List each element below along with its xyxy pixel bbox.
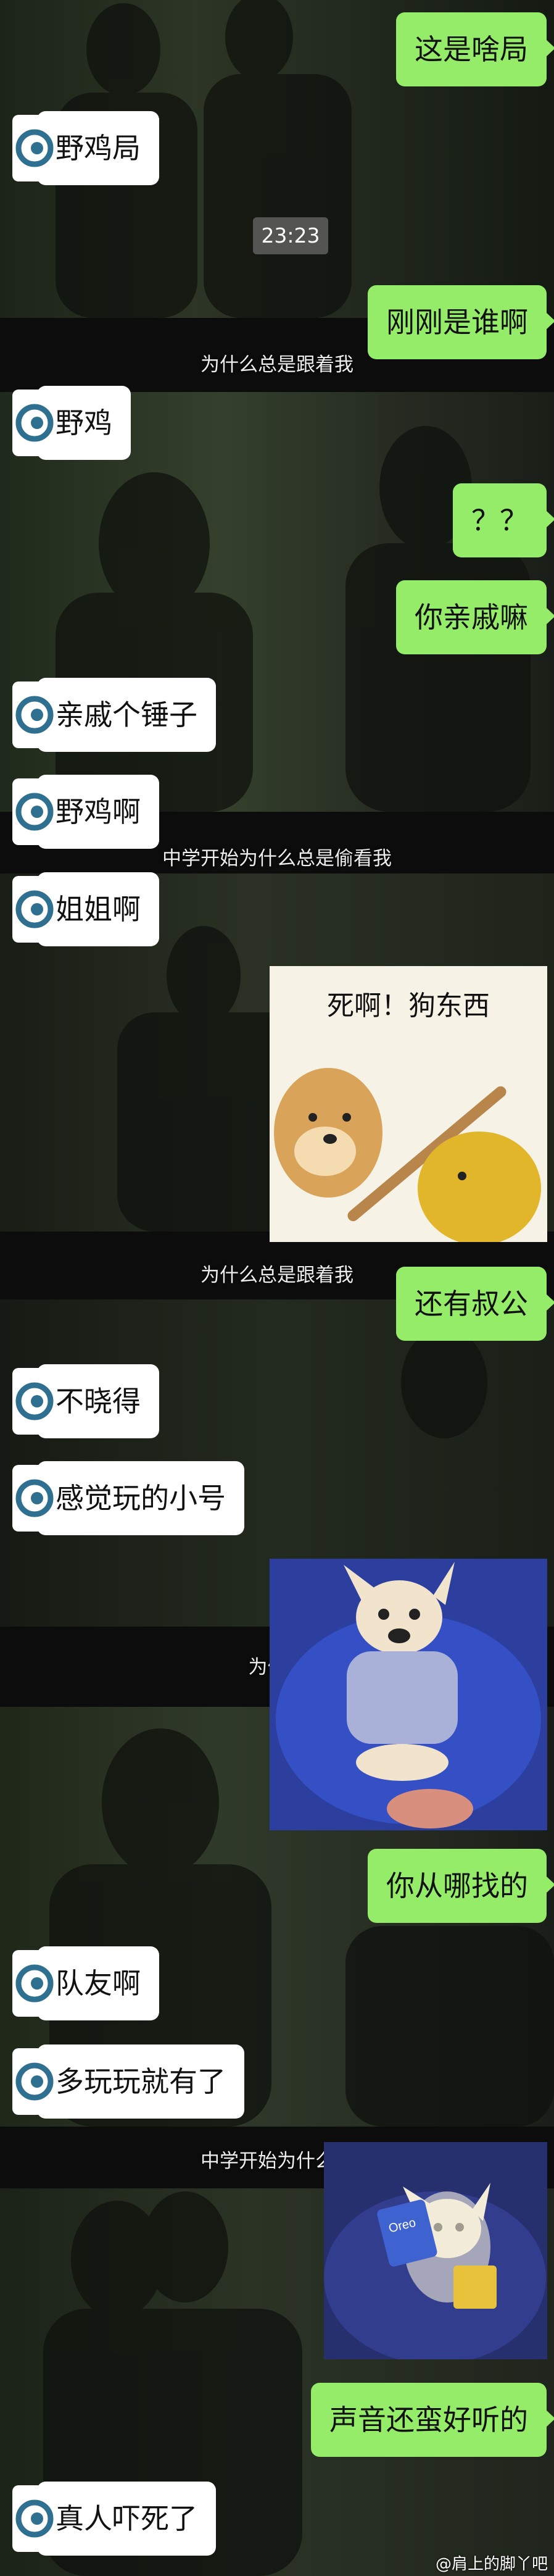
contact-avatar[interactable]: [12, 1950, 57, 2017]
figure-body: [204, 74, 352, 318]
avatar-swirl-icon: [15, 793, 54, 831]
doge-bat-sticker[interactable]: 死啊！狗东西: [270, 966, 547, 1242]
figure-head: [142, 2191, 228, 2303]
figure-head: [102, 1728, 219, 1877]
message-text: 野鸡啊: [56, 795, 141, 828]
contact-avatar[interactable]: [12, 1368, 57, 1435]
outgoing-message[interactable]: 还有叔公: [396, 1267, 554, 1341]
chat-screenshot: 为什么总是跟着我 中学开始为什么总是偷看我 为什么总是跟着我 为什么 中学开始为…: [0, 0, 554, 2576]
avatar-swirl-icon: [15, 404, 54, 442]
shirt-icon: [347, 1651, 458, 1744]
message-text: 真人吓死了: [56, 2502, 197, 2535]
figure-head: [86, 3, 160, 96]
avatar-swirl-icon: [15, 129, 54, 167]
message-text: 感觉玩的小号: [56, 1482, 226, 1515]
incoming-message[interactable]: 野鸡啊: [12, 775, 159, 849]
message-text: 不晓得: [56, 1385, 141, 1418]
contact-avatar[interactable]: [12, 2485, 57, 2552]
figure-head: [401, 1327, 487, 1438]
chihuahua-snack-sticker[interactable]: Oreo: [324, 2142, 547, 2364]
cheems-icon: [418, 1132, 541, 1242]
contact-avatar[interactable]: [12, 778, 57, 845]
outgoing-message[interactable]: ？？: [453, 483, 554, 557]
incoming-message[interactable]: 不晓得: [12, 1364, 159, 1438]
incoming-message[interactable]: 感觉玩的小号: [12, 1461, 244, 1535]
avatar-swirl-icon: [15, 696, 54, 734]
chihuahua-sticker-art: [276, 1562, 541, 1828]
message-text: 亲戚个锤子: [56, 698, 197, 732]
message-text: 野鸡局: [56, 131, 141, 165]
message-text: 野鸡: [56, 406, 112, 440]
incoming-message[interactable]: 亲戚个锤子: [12, 678, 216, 752]
incoming-message[interactable]: 队友啊: [12, 1946, 159, 2020]
avatar-swirl-icon: [15, 1382, 54, 1420]
avatar-swirl-icon: [15, 1964, 54, 2003]
incoming-message[interactable]: 野鸡: [12, 386, 131, 460]
contact-avatar[interactable]: [12, 682, 57, 748]
incoming-message[interactable]: 多玩玩就有了: [12, 2045, 244, 2119]
incoming-message[interactable]: 野鸡局: [12, 111, 159, 185]
message-text: 队友啊: [56, 1967, 141, 2000]
contact-avatar[interactable]: [12, 390, 57, 456]
figure-body: [345, 1926, 554, 2127]
chihuahua-shirt-sticker[interactable]: [270, 1559, 547, 1830]
contact-avatar[interactable]: [12, 2048, 57, 2115]
avatar-swirl-icon: [15, 1479, 54, 1517]
doge-bat-sticker-art: [274, 1068, 541, 1242]
outgoing-message[interactable]: 你从哪找的: [368, 1849, 554, 1923]
message-text: 多玩玩就有了: [56, 2065, 226, 2098]
outgoing-message[interactable]: 这是啥局: [396, 12, 554, 86]
outgoing-message[interactable]: 你亲戚嘛: [396, 580, 554, 654]
message-timestamp: 23:23: [253, 217, 328, 254]
figure-head: [167, 926, 241, 1025]
avatar-swirl-icon: [15, 2499, 54, 2538]
message-text: 姐姐啊: [56, 893, 141, 926]
incoming-message[interactable]: 真人吓死了: [12, 2482, 216, 2556]
outgoing-message[interactable]: 刚刚是谁啊: [368, 285, 554, 359]
avatar-swirl-icon: [15, 2062, 54, 2101]
outgoing-message[interactable]: 声音还蛮好听的: [311, 2383, 554, 2457]
chihuahua-snack-sticker-art: Oreo: [324, 2183, 546, 2364]
source-watermark: @肩上的脚丫吧: [435, 2555, 548, 2574]
contact-avatar[interactable]: [12, 876, 57, 943]
figure-head: [225, 0, 293, 80]
contact-avatar[interactable]: [12, 115, 57, 181]
avatar-swirl-icon: [15, 890, 54, 928]
contact-avatar[interactable]: [12, 1465, 57, 1532]
incoming-message[interactable]: 姐姐啊: [12, 872, 159, 946]
